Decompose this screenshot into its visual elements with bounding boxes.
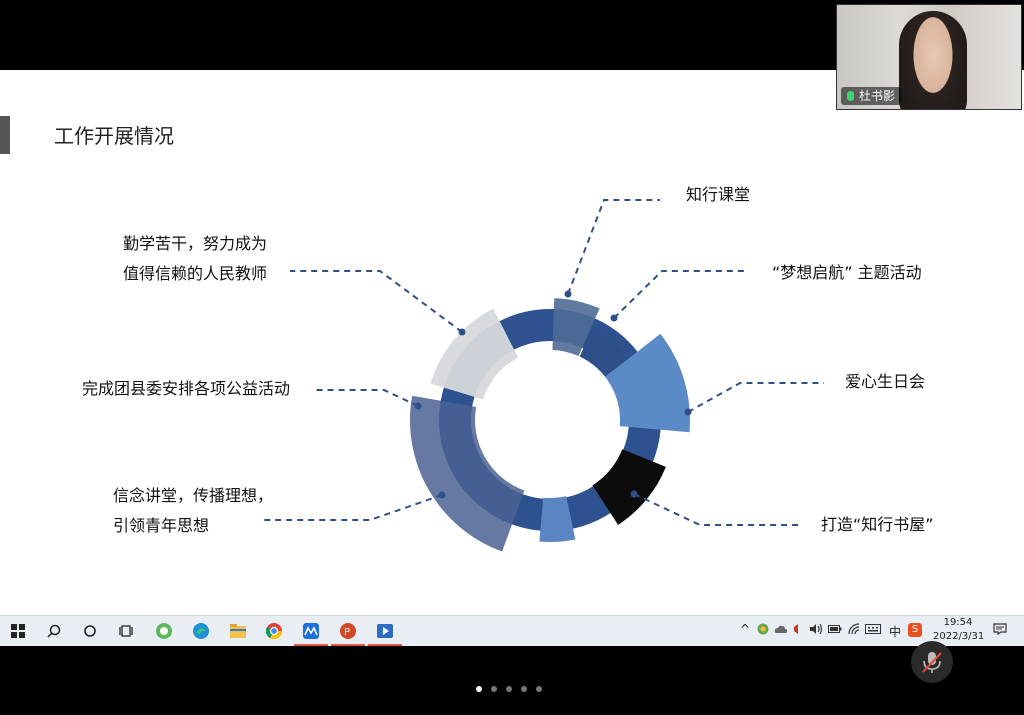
tray-chevron[interactable]: ^: [740, 622, 750, 636]
alert-icon[interactable]: [793, 623, 803, 638]
participant-name-tag: 杜书影: [841, 87, 902, 105]
label-item-2: “梦想启航” 主题活动: [772, 263, 922, 282]
taskbar-clock[interactable]: 19:54 2022/3/31: [933, 616, 984, 644]
leader-item-2-dot: [610, 314, 618, 322]
chrome-icon[interactable]: [263, 620, 285, 642]
ime-indicator[interactable]: 中: [889, 623, 901, 640]
participant-name: 杜书影: [859, 89, 896, 103]
notification-icon[interactable]: [993, 623, 1007, 638]
task-view-icon[interactable]: [115, 620, 137, 642]
slide-pager: [476, 686, 542, 692]
leader-item-1-dot: [564, 290, 572, 298]
leader-item-6: [314, 389, 419, 407]
search-icon[interactable]: [43, 620, 65, 642]
pager-dot[interactable]: [491, 686, 497, 692]
wifi-icon[interactable]: [848, 623, 860, 638]
pager-dot[interactable]: [506, 686, 512, 692]
leader-item-3-dot: [684, 408, 692, 416]
label-item-6: 完成团县委安排各项公益活动: [82, 379, 291, 398]
mute-microphone-button[interactable]: [911, 641, 953, 683]
leader-item-6-dot: [414, 402, 422, 410]
leader-item-4-dot: [630, 490, 638, 498]
label-item-5-line2: 引领青年思想: [113, 516, 210, 535]
leader-item-1: [567, 199, 660, 295]
leader-item-5-dot: [438, 491, 446, 499]
leader-item-2: [613, 270, 748, 319]
label-item-4: 打造“知行书屋”: [821, 515, 934, 534]
segment-item-6: [410, 395, 525, 552]
microphone-muted-icon: [922, 652, 942, 673]
battery-icon[interactable]: [828, 623, 842, 637]
label-item-5-line1: 信念讲堂，传播理想，: [113, 486, 274, 505]
microphone-active-icon: [847, 91, 854, 101]
participant-video: [899, 11, 967, 109]
leader-item-3: [687, 382, 824, 413]
cortana-icon[interactable]: [79, 620, 101, 642]
cloud-icon[interactable]: [774, 623, 788, 637]
pager-dot[interactable]: [476, 686, 482, 692]
file-explorer-icon[interactable]: [227, 620, 249, 642]
pager-dot[interactable]: [521, 686, 527, 692]
leader-item-7-dot: [458, 328, 466, 336]
leader-item-7: [290, 270, 463, 333]
clock-time: 19:54: [943, 617, 973, 628]
label-item-7-line2: 值得信赖的人民教师: [123, 264, 268, 283]
meeting-app-icon[interactable]: [294, 620, 328, 646]
powerpoint-icon[interactable]: P: [331, 620, 365, 646]
leader-item-5: [264, 494, 443, 521]
keyboard-icon[interactable]: [865, 623, 881, 637]
sogou-ime-icon[interactable]: S: [908, 621, 922, 637]
label-item-1: 知行课堂: [686, 185, 751, 204]
app-green-icon[interactable]: [153, 620, 175, 642]
volume-icon[interactable]: [809, 623, 823, 638]
tray-app-icon[interactable]: [757, 623, 769, 638]
edge-icon[interactable]: [190, 620, 212, 642]
pager-dot[interactable]: [536, 686, 542, 692]
presentation-slide: 工作开展情况 知行课堂 “梦想启航” 主题活动 爱心生日会 打造“知行书屋” 信…: [0, 70, 1024, 615]
leader-item-4: [633, 493, 800, 526]
media-player-icon[interactable]: [368, 620, 402, 646]
windows-start-icon[interactable]: [7, 620, 29, 642]
windows-taskbar: P ^ 中 S: [0, 615, 1024, 646]
svg-text:P: P: [344, 627, 350, 638]
participant-video-tile[interactable]: 杜书影: [836, 4, 1022, 110]
label-item-3: 爱心生日会: [845, 372, 926, 391]
label-item-7-line1: 勤学苦干，努力成为: [123, 234, 268, 253]
